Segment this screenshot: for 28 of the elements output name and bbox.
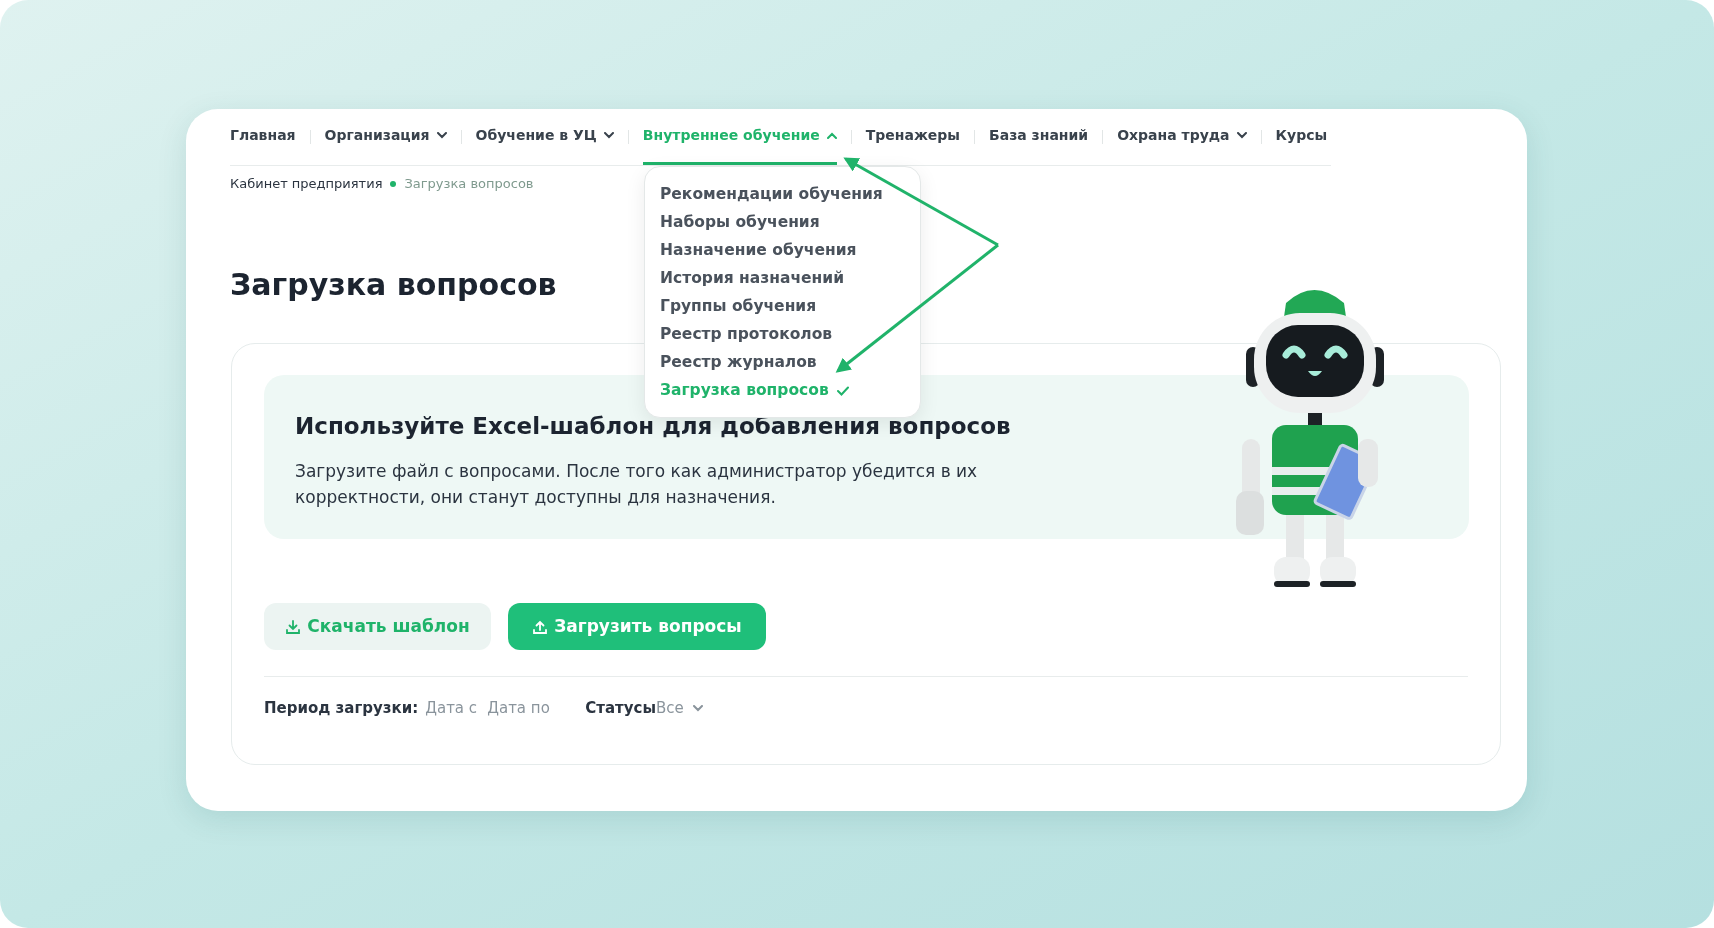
date-from-field[interactable]: Дата с bbox=[425, 697, 488, 720]
nav-tab[interactable]: Охрана труда bbox=[1117, 109, 1247, 165]
info-text: Загрузите файл с вопросами. После того как администратор убедится в их корректности, они станут доступны для назначения. bbox=[295, 459, 979, 509]
period-label: Период загрузки: bbox=[264, 698, 419, 719]
menu-item[interactable]: Рекомендации обучения bbox=[660, 181, 920, 209]
menu-item[interactable]: Группы обучения bbox=[660, 293, 920, 321]
nav-tab[interactable]: Курсы bbox=[1275, 109, 1328, 165]
menu-item[interactable]: Реестр протоколов bbox=[660, 321, 920, 349]
date-to-field[interactable]: Дата по bbox=[487, 697, 566, 720]
download-icon bbox=[285, 618, 302, 635]
nav-tab[interactable]: Тренажеры bbox=[865, 109, 961, 165]
breadcrumb-separator-icon bbox=[390, 180, 397, 187]
info-heading: Используйте Excel-шаблон для добавления вопросов bbox=[295, 412, 1012, 441]
breadcrumb-link[interactable]: Кабинет предприятия bbox=[230, 174, 383, 194]
nav-tab[interactable]: Организация bbox=[324, 109, 447, 165]
menu-item[interactable]: Реестр журналов bbox=[660, 349, 920, 377]
chevron-down-icon bbox=[692, 704, 703, 712]
menu-item[interactable]: Наборы обучения bbox=[660, 209, 920, 237]
nav-tab[interactable]: Главная bbox=[230, 109, 296, 165]
page-title: Загрузка вопросов bbox=[230, 265, 557, 304]
upload-icon bbox=[532, 618, 549, 635]
menu-item[interactable]: Назначение обучения bbox=[660, 237, 920, 265]
status-label: Статусы bbox=[585, 698, 656, 719]
nav-tab[interactable]: Обучение в УЦ bbox=[475, 109, 614, 165]
menu-item[interactable]: История назначений bbox=[660, 265, 920, 293]
breadcrumb-current: Загрузка вопросов bbox=[404, 175, 534, 193]
nav-tab[interactable]: База знаний bbox=[989, 109, 1089, 165]
checkmark-icon bbox=[836, 386, 849, 396]
